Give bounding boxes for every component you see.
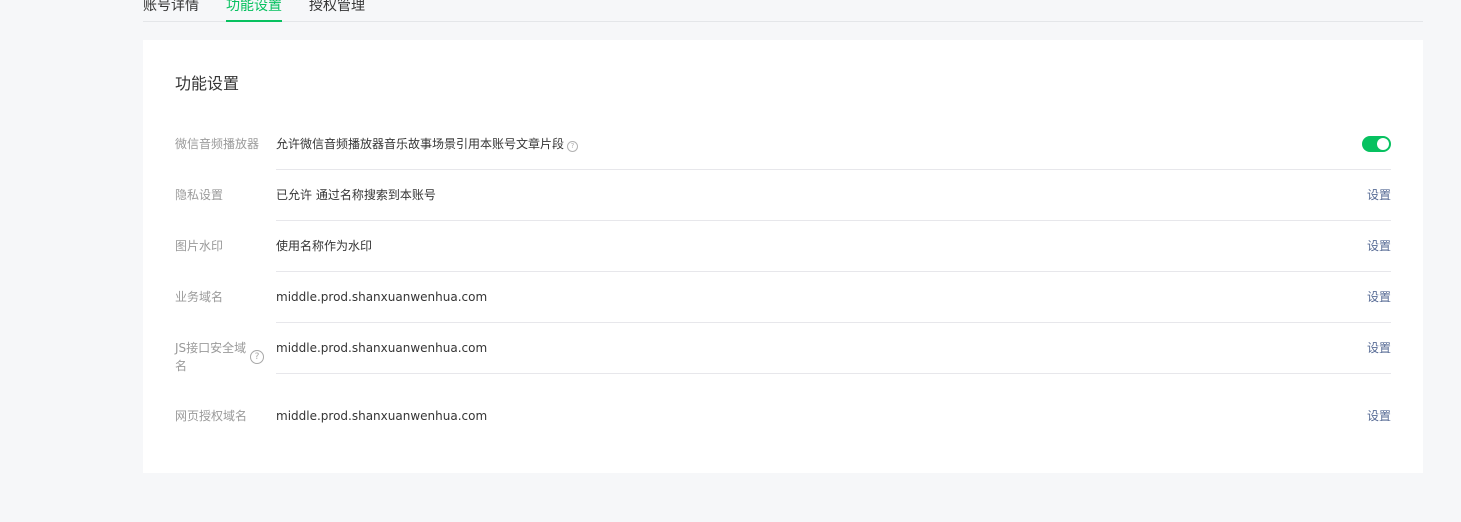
row-label-line2: 名 [175,359,188,373]
setting-row-privacy: 隐私设置 已允许 通过名称搜索到本账号 设置 [175,170,1391,221]
tab-bar: 账号详情 功能设置 授权管理 [143,0,1423,22]
help-icon[interactable]: ? [250,350,264,364]
toggle-knob [1377,138,1389,150]
watermark-settings-link[interactable]: 设置 [1367,237,1391,255]
business-domain-settings-link[interactable]: 设置 [1367,288,1391,306]
row-label: 业务域名 [175,290,224,304]
setting-row-audio-player: 微信音频播放器 允许微信音频播放器音乐故事场景引用本账号文章片段? [175,124,1391,170]
help-icon[interactable]: ? [567,141,579,152]
tab-account-details[interactable]: 账号详情 [143,0,199,16]
web-auth-domain-settings-link[interactable]: 设置 [1367,407,1391,425]
row-value: middle.prod.shanxuanwenhua.com [276,409,488,423]
setting-row-watermark: 图片水印 使用名称作为水印 设置 [175,221,1391,272]
row-value: 已允许 通过名称搜索到本账号 [276,188,436,202]
row-value: 使用名称作为水印 [276,239,373,253]
row-value: 允许微信音频播放器音乐故事场景引用本账号文章片段? [276,135,579,153]
row-label: 网页授权域名 [175,409,248,423]
row-value: middle.prod.shanxuanwenhua.com [276,341,488,355]
feature-settings-card: 功能设置 微信音频播放器 允许微信音频播放器音乐故事场景引用本账号文章片段? 隐… [143,40,1423,473]
setting-row-js-domain: JS接口安全域 名 ? middle.prod.shanxuanwenhua.c… [175,323,1391,374]
row-label: 图片水印 [175,239,224,253]
js-domain-settings-link[interactable]: 设置 [1367,339,1391,357]
privacy-settings-link[interactable]: 设置 [1367,186,1391,204]
tab-authorization[interactable]: 授权管理 [309,0,365,16]
audio-player-toggle[interactable] [1362,136,1391,152]
row-label: 隐私设置 [175,188,224,202]
row-label-line1: JS接口安全域 [175,341,247,355]
card-title: 功能设置 [175,74,240,93]
setting-row-business-domain: 业务域名 middle.prod.shanxuanwenhua.com 设置 [175,272,1391,323]
row-label: 微信音频播放器 [175,137,260,151]
row-value-text: 允许微信音频播放器音乐故事场景引用本账号文章片段 [276,137,565,151]
tab-feature-settings[interactable]: 功能设置 [226,0,282,22]
setting-row-web-auth-domain: 网页授权域名 middle.prod.shanxuanwenhua.com 设置 [175,374,1391,444]
row-value: middle.prod.shanxuanwenhua.com [276,290,488,304]
